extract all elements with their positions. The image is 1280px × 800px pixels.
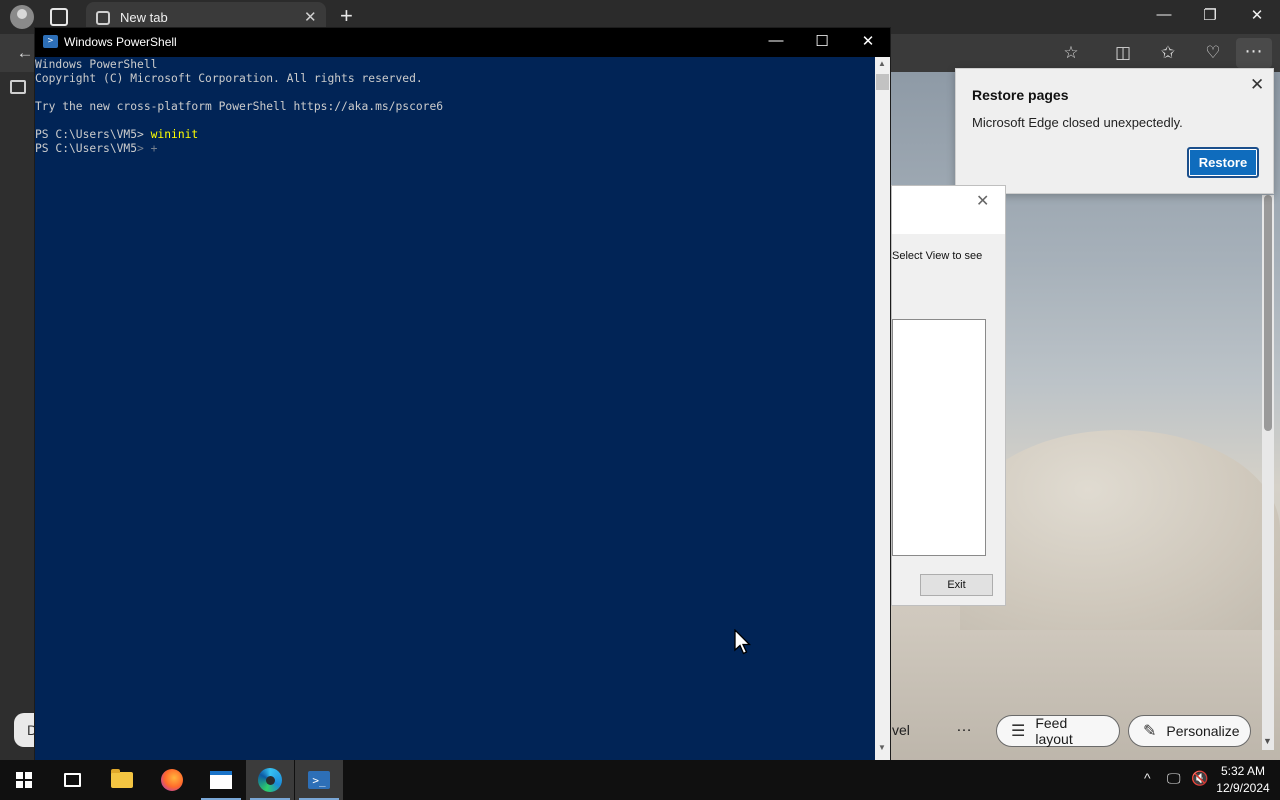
console-current-prompt: PS C:\Users\VM5> + [35, 142, 875, 156]
close-tab-icon[interactable]: ✕ [304, 8, 317, 26]
minimize-icon[interactable]: — [765, 32, 787, 49]
console-scrollbar-thumb[interactable] [876, 74, 889, 90]
edge-minimize-icon[interactable]: — [1154, 6, 1174, 23]
console-prompt-tail: > + [137, 142, 158, 155]
clock[interactable]: 5:32 AM 12/9/2024 [1210, 763, 1276, 797]
edge-close-icon[interactable]: ✕ [1247, 6, 1267, 24]
scroll-down-arrow-icon[interactable]: ▼ [878, 743, 886, 752]
profile-avatar-icon[interactable] [10, 5, 34, 29]
app-window-button[interactable] [197, 760, 245, 800]
windows-logo-icon [16, 772, 32, 788]
restore-button[interactable]: Restore [1187, 147, 1259, 178]
favorites-icon[interactable]: ✩ [1157, 43, 1179, 63]
console-line: Try the new cross-platform PowerShell ht… [35, 100, 444, 113]
more-options-icon[interactable]: … [956, 718, 972, 736]
dialog-close-icon[interactable]: ✕ [976, 191, 989, 211]
clock-time: 5:32 AM [1220, 764, 1266, 778]
dialog-list-box[interactable] [892, 319, 986, 556]
desktop: New tab ✕ + — ❐ ✕ ← ☆ ◫ ✩ ♡ ⋯ ▼ D vel … … [0, 0, 1280, 800]
close-icon[interactable]: ✕ [857, 32, 879, 50]
console-command: wininit [150, 128, 199, 141]
clock-date: 12/9/2024 [1216, 781, 1270, 795]
feed-layout-button[interactable]: ☰ Feed layout [996, 715, 1120, 747]
settings-more-icon[interactable]: ⋯ [1236, 38, 1272, 68]
powershell-window-title: Windows PowerShell [64, 35, 177, 49]
network-icon[interactable]: 🖵 [1167, 770, 1181, 787]
firefox-button[interactable] [148, 760, 196, 800]
dialog-hint-text: Select View to see [892, 250, 983, 262]
personalize-button[interactable]: ✎ Personalize [1128, 715, 1251, 747]
dialog-title-bar: ✕ [892, 186, 1005, 234]
console-line: Copyright (C) Microsoft Corporation. All… [35, 72, 423, 85]
sliders-icon: ☰ [1011, 723, 1026, 740]
restore-popup-title: Restore pages [972, 87, 1069, 103]
console-prompt-line: PS C:\Users\VM5> wininit [35, 128, 875, 142]
task-view-button[interactable] [48, 760, 96, 800]
edge-sidebar [0, 72, 34, 762]
task-view-icon [63, 773, 81, 787]
scroll-up-arrow-icon[interactable]: ▲ [878, 59, 886, 68]
tab-title: New tab [120, 10, 168, 25]
edge-taskbar-button[interactable] [246, 760, 294, 800]
volume-muted-icon[interactable]: 🔇 [1191, 770, 1208, 787]
feed-layout-label: Feed layout [1035, 715, 1073, 747]
favorite-star-icon[interactable]: ☆ [1060, 43, 1082, 63]
mouse-pointer-icon [734, 629, 752, 655]
collections-icon[interactable] [10, 80, 26, 94]
new-tab-page-icon [96, 11, 110, 25]
browser-essentials-icon[interactable]: ♡ [1202, 43, 1224, 63]
edge-icon [258, 768, 282, 792]
exit-button[interactable]: Exit [920, 574, 993, 596]
app-window-icon [210, 771, 232, 789]
show-hidden-icons-chevron-icon[interactable]: ^ [1144, 770, 1151, 786]
split-screen-icon[interactable]: ◫ [1112, 43, 1134, 63]
powershell-taskbar-button[interactable]: >_ [295, 760, 343, 800]
console-line: Windows PowerShell [35, 58, 158, 71]
firefox-icon [161, 769, 183, 791]
start-button[interactable] [0, 760, 48, 800]
page-scrollbar-thumb[interactable] [1264, 195, 1272, 431]
back-arrow-icon[interactable]: ← [14, 43, 36, 63]
powershell-icon: >_ [308, 771, 330, 789]
powershell-window: > Windows PowerShell — ☐ ✕ Windows Power… [34, 27, 891, 761]
console-prompt: PS C:\Users\VM5> [35, 128, 151, 141]
powershell-icon: > [43, 35, 58, 48]
close-icon[interactable]: ✕ [1250, 75, 1264, 95]
restore-popup-message: Microsoft Edge closed unexpectedly. [972, 115, 1183, 130]
scroll-down-arrow-icon[interactable]: ▼ [1263, 736, 1272, 746]
background-dialog: ✕ Select View to see Exit [891, 185, 1006, 606]
taskbar: >_ ^ 🖵 🔇 5:32 AM 12/9/2024 [0, 760, 1280, 800]
partial-nav-label[interactable]: vel [892, 722, 910, 738]
edge-restore-icon[interactable]: ❐ [1200, 6, 1220, 24]
powershell-title-bar[interactable]: > Windows PowerShell — ☐ ✕ [35, 28, 890, 57]
tab-actions-icon[interactable] [50, 8, 68, 26]
folder-icon [111, 769, 133, 788]
maximize-icon[interactable]: ☐ [811, 32, 833, 50]
pencil-star-icon: ✎ [1143, 723, 1157, 740]
partial-left-button[interactable]: D [14, 713, 37, 747]
console-prompt: PS C:\Users\VM5 [35, 142, 138, 155]
new-tab-plus-icon[interactable]: + [340, 3, 353, 29]
personalize-label: Personalize [1166, 723, 1240, 739]
background-dune [960, 430, 1280, 630]
restore-pages-popup: Restore pages Microsoft Edge closed unex… [955, 68, 1274, 194]
console-scrollbar[interactable]: ▲ ▼ [875, 57, 890, 760]
page-scrollbar[interactable] [1262, 195, 1274, 750]
file-explorer-button[interactable] [98, 760, 146, 800]
